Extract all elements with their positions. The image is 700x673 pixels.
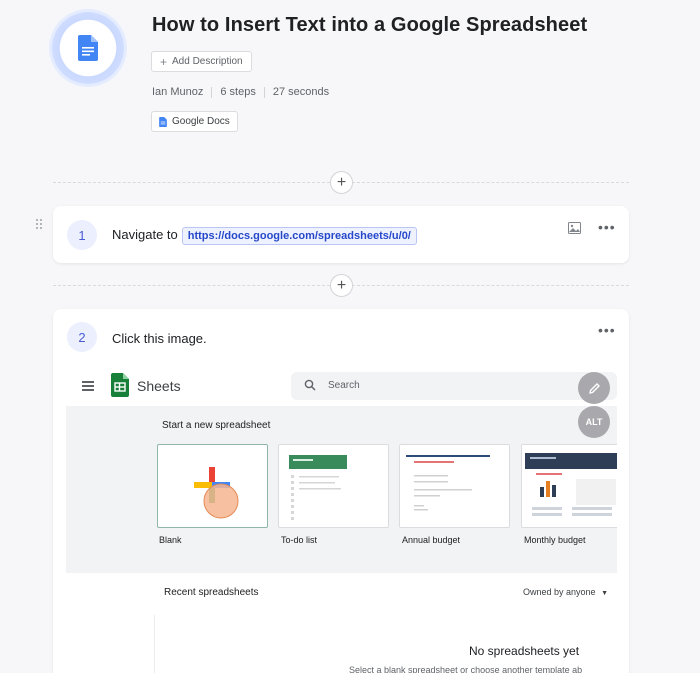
google-docs-icon xyxy=(78,35,98,61)
google-sheets-icon xyxy=(111,373,129,397)
empty-state-title: No spreadsheets yet xyxy=(469,644,580,658)
template-gallery: Start a new spreadsheet Blank To-do list… xyxy=(66,406,617,573)
add-step-button[interactable]: + xyxy=(330,171,353,194)
sheets-search-bar[interactable]: Search xyxy=(291,372,617,400)
annual-budget-thumbnail xyxy=(406,455,490,511)
template-label: Monthly budget xyxy=(524,535,586,545)
step-text: Click this image. xyxy=(112,331,207,346)
plus-icon: + xyxy=(336,173,347,191)
edit-pencil-button[interactable] xyxy=(578,372,610,404)
recent-title: Recent spreadsheets xyxy=(164,587,259,598)
step-card-1[interactable]: 1 Navigate to https://docs.google.com/spr… xyxy=(53,206,629,263)
drag-handle-icon[interactable] xyxy=(36,219,44,231)
guide-icon-badge xyxy=(52,12,124,84)
more-options-icon[interactable]: ••• xyxy=(598,219,616,235)
template-blank[interactable] xyxy=(157,444,268,528)
caret-down-icon: ▼ xyxy=(601,590,609,597)
page-title: How to Insert Text into a Google Spreads… xyxy=(152,14,588,36)
search-icon xyxy=(304,379,316,391)
alt-text-button[interactable]: ALT xyxy=(578,406,610,438)
template-label: To-do list xyxy=(281,535,318,545)
image-icon[interactable] xyxy=(568,222,581,234)
step-count: 6 steps xyxy=(220,86,256,98)
meta-divider xyxy=(211,86,213,98)
step-text: Navigate to xyxy=(112,227,178,242)
todo-list-thumbnail xyxy=(289,455,347,520)
template-label: Blank xyxy=(159,535,182,545)
owner-filter-dropdown[interactable]: Owned by anyone ▼ xyxy=(523,587,608,597)
add-description-button[interactable]: + Add Description xyxy=(151,51,252,72)
gallery-title: Start a new spreadsheet xyxy=(162,420,271,431)
pencil-icon xyxy=(588,382,600,394)
google-docs-icon xyxy=(159,116,167,127)
step-screenshot[interactable]: Sheets Search Start a new spreadsheet Bl… xyxy=(66,366,617,673)
duration: 27 seconds xyxy=(272,86,330,98)
menu-icon[interactable] xyxy=(82,381,94,391)
template-label: Annual budget xyxy=(402,535,461,545)
empty-state-subtitle: Select a blank spreadsheet or choose ano… xyxy=(349,665,583,673)
recent-spreadsheets: Recent spreadsheets Owned by anyone ▼ No… xyxy=(66,573,617,673)
step-number: 2 xyxy=(67,322,97,352)
add-description-label: Add Description xyxy=(172,56,243,67)
monthly-budget-thumbnail xyxy=(525,453,617,516)
more-options-icon[interactable]: ••• xyxy=(598,322,616,338)
sheets-topbar: Sheets Search xyxy=(66,366,617,406)
step-number: 1 xyxy=(67,220,97,250)
guide-meta: Ian Munoz 6 steps 27 seconds xyxy=(152,86,329,98)
app-name: Sheets xyxy=(137,378,181,394)
plus-icon: + xyxy=(160,54,168,69)
search-placeholder: Search xyxy=(328,380,360,391)
app-tag-label: Google Docs xyxy=(172,116,230,127)
template-annual-budget[interactable] xyxy=(399,444,510,528)
add-step-button[interactable]: + xyxy=(330,274,353,297)
owner-filter-label: Owned by anyone xyxy=(523,587,596,597)
meta-divider xyxy=(263,86,265,98)
template-monthly-budget[interactable] xyxy=(521,444,617,528)
step-url-link[interactable]: https://docs.google.com/spreadsheets/u/0… xyxy=(181,227,417,245)
step-description: Navigate to https://docs.google.com/sprea… xyxy=(112,227,417,245)
author-name: Ian Munoz xyxy=(152,86,204,98)
app-tag[interactable]: Google Docs xyxy=(151,111,238,132)
google-plus-icon xyxy=(194,467,239,519)
template-todo-list[interactable] xyxy=(278,444,389,528)
plus-icon: + xyxy=(336,276,347,294)
